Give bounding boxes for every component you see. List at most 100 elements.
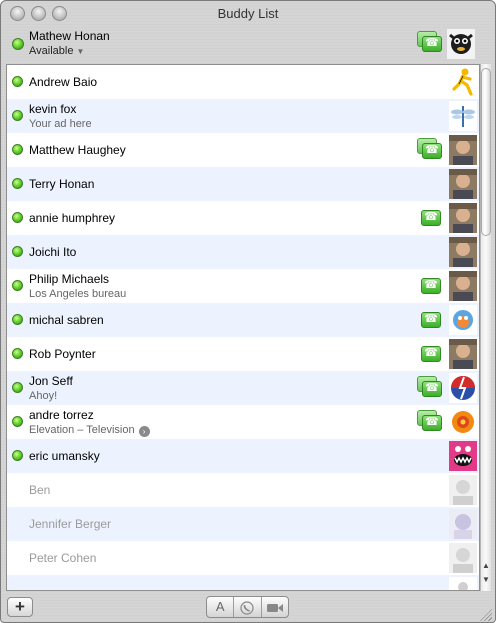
multi-phone-icon[interactable] (417, 410, 443, 432)
buddy-row[interactable]: Matthew Haughey (7, 133, 479, 167)
buddy-row[interactable]: kevin fox Your ad here (7, 99, 479, 133)
status-message-text: Ahoy! (29, 390, 58, 402)
my-status-icon (12, 38, 24, 50)
buddy-avatar[interactable] (449, 203, 477, 233)
phone-icon (240, 600, 255, 615)
audio-chat-button[interactable] (234, 597, 262, 617)
buddy-list-window: Buddy List Mathew Honan Available▼ Andre… (0, 0, 496, 623)
phone-icon[interactable] (421, 346, 441, 362)
buddy-list[interactable]: Andrew Baio kevin fox Your ad here Matthew … (6, 64, 480, 591)
camera-icon (266, 603, 283, 612)
my-name: Mathew Honan (29, 29, 110, 43)
buddy-avatar[interactable] (449, 67, 477, 97)
status-label: Available (29, 45, 74, 57)
buddy-avatar[interactable] (449, 475, 477, 505)
status-message-text: Elevation – Television (29, 424, 135, 436)
buddy-name: Peter Cohen (29, 551, 97, 565)
buddy-row[interactable]: Philip Michaels Los Angeles bureau (7, 269, 479, 303)
buddy-name: annie humphrey (29, 211, 116, 225)
phone-icon[interactable] (421, 312, 441, 328)
online-status-icon (12, 450, 23, 461)
my-avatar[interactable] (447, 29, 475, 64)
buddy-status-message: Elevation – Television › (29, 424, 150, 437)
buddy-row[interactable]: Joichi Ito (7, 235, 479, 269)
buddy-row[interactable] (7, 575, 479, 590)
online-status-icon (12, 348, 23, 359)
buddy-avatar[interactable] (449, 509, 477, 539)
chevron-down-icon: ▼ (76, 47, 85, 56)
buddy-name: Rob Poynter (29, 347, 96, 361)
window-title: Buddy List (217, 6, 279, 21)
buddy-avatar[interactable] (449, 135, 477, 165)
buddy-row[interactable]: andre torrez Elevation – Television › (7, 405, 479, 439)
scrollbar-thumb[interactable] (481, 68, 491, 236)
bottom-toolbar: + A (1, 591, 495, 622)
buddy-row[interactable]: Jennifer Berger (7, 507, 479, 541)
my-phone-icon[interactable] (417, 31, 443, 58)
buddy-row[interactable]: eric umansky (7, 439, 479, 473)
online-status-icon (12, 110, 23, 121)
buddy-row[interactable]: Terry Honan (7, 167, 479, 201)
buddy-name: kevin fox (29, 102, 77, 116)
buddy-status-message: Ahoy! (29, 390, 57, 402)
scroll-down-arrow-icon[interactable]: ▼ (481, 575, 491, 589)
buddy-name: Matthew Haughey (29, 143, 126, 157)
buddy-avatar[interactable] (449, 237, 477, 267)
buddy-name: Andrew Baio (29, 75, 98, 89)
buddy-status-message: Your ad here (29, 118, 92, 130)
buddy-name: Ben (29, 483, 51, 497)
buddy-row[interactable]: Rob Poynter (7, 337, 479, 371)
buddy-row[interactable]: Ben (7, 473, 479, 507)
buddy-avatar[interactable] (449, 577, 477, 590)
text-chat-button[interactable]: A (207, 597, 235, 617)
status-message-text: Los Angeles bureau (29, 288, 127, 300)
buddy-name: andre torrez (29, 408, 94, 422)
scroll-up-arrow-icon[interactable]: ▲ (481, 561, 491, 575)
buddy-avatar[interactable] (449, 169, 477, 199)
multi-phone-icon[interactable] (417, 376, 443, 398)
buddy-row[interactable]: Peter Cohen (7, 541, 479, 575)
video-chat-button[interactable] (262, 597, 288, 617)
buddy-name: Terry Honan (29, 177, 95, 191)
add-buddy-button[interactable]: + (7, 597, 33, 617)
buddy-avatar[interactable] (449, 101, 477, 131)
online-status-icon (12, 280, 23, 291)
buddy-row[interactable]: Andrew Baio (7, 65, 479, 99)
buddy-name: Jennifer Berger (29, 517, 112, 531)
buddy-name: eric umansky (29, 449, 100, 463)
online-status-icon (12, 314, 23, 325)
multi-phone-icon[interactable] (417, 138, 443, 160)
phone-icon[interactable] (421, 278, 441, 294)
buddy-name: Jon Seff (29, 374, 73, 388)
scrollbar[interactable]: ▲ ▼ (480, 64, 491, 591)
buddy-name: michal sabren (29, 313, 104, 327)
phone-icon[interactable] (421, 210, 441, 226)
my-status-panel: Mathew Honan Available ▼ (1, 27, 495, 64)
buddy-name: Philip Michaels (29, 272, 110, 286)
link-arrow-icon[interactable]: › (138, 426, 150, 437)
buddy-row[interactable]: annie humphrey (7, 201, 479, 235)
action-segmented-control: A (206, 596, 289, 618)
buddy-avatar[interactable] (449, 407, 477, 437)
online-status-icon (12, 382, 23, 393)
buddy-row[interactable]: Jon Seff Ahoy! (7, 371, 479, 405)
title-bar[interactable]: Buddy List (1, 1, 495, 27)
buddy-status-message: Los Angeles bureau (29, 288, 126, 300)
online-status-icon (12, 212, 23, 223)
status-message-text: Your ad here (29, 118, 92, 130)
buddy-name: Joichi Ito (29, 245, 77, 259)
buddy-avatar[interactable] (449, 271, 477, 301)
buddy-avatar[interactable] (449, 305, 477, 335)
resize-grip[interactable] (480, 609, 492, 621)
online-status-icon (12, 76, 23, 87)
buddy-avatar[interactable] (449, 373, 477, 403)
online-status-icon (12, 416, 23, 427)
online-status-icon (12, 246, 23, 257)
buddy-avatar[interactable] (449, 543, 477, 573)
buddy-row[interactable]: michal sabren (7, 303, 479, 337)
online-status-icon (12, 178, 23, 189)
buddy-avatar[interactable] (449, 339, 477, 369)
buddy-avatar[interactable] (449, 441, 477, 471)
status-menu[interactable]: Available ▼ (29, 45, 84, 57)
online-status-icon (12, 144, 23, 155)
